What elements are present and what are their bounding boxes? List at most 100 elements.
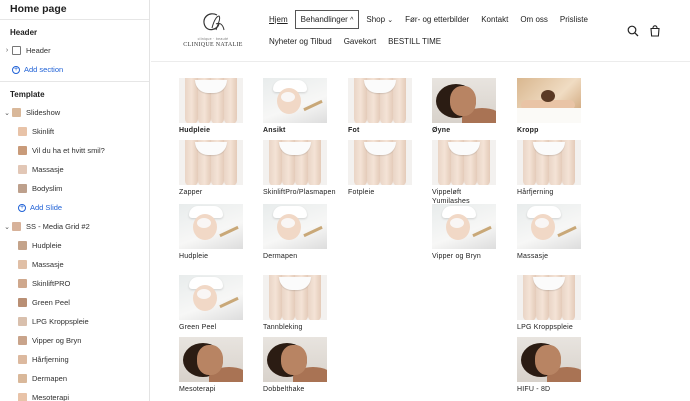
sidebar-block-item[interactable]: Mesoterapi [0,388,149,401]
block-thumbnail [18,374,27,383]
media-grid-item[interactable]: HIFU - 8D [517,337,581,394]
media-grid-caption: LPG Kroppspleie [517,324,573,331]
sidebar-item-label: Skinlift [32,127,55,136]
media-grid-item[interactable]: Øyne [432,78,496,135]
sidebar-block-item[interactable]: Massasje [0,160,149,179]
media-grid-item[interactable]: LPG Kroppspleie [517,275,581,332]
sidebar-block-item[interactable]: Vil du ha et hvitt smil? [0,141,149,160]
logo-monogram-icon [203,13,225,31]
media-grid-item[interactable]: Green Peel [179,275,243,332]
divider [0,19,149,20]
search-button[interactable] [627,24,639,37]
sidebar-block-item[interactable]: Massasje [0,255,149,274]
sidebar-block-item[interactable]: Vipper og Bryn [0,331,149,350]
section-group-title: Template [10,90,45,99]
sidebar-block-item[interactable]: Bodyslim [0,179,149,198]
sidebar-block-item[interactable]: Dermapen [0,369,149,388]
media-grid-item[interactable]: Vipper og Bryn [432,204,496,261]
sidebar-block-item[interactable]: Skinlift [0,122,149,141]
sidebar-block-item[interactable]: SkinliftPRO [0,274,149,293]
main-navigation: Hjem Behandlinger ^ Shop ⌄ Før- og etterbil… [269,8,609,52]
media-grid-item[interactable]: Ansikt [263,78,327,135]
sidebar-block-item[interactable]: LPG Kroppspleie [0,312,149,331]
media-grid-item[interactable]: Hudpleie [179,78,243,135]
section-thumbnail [12,222,21,231]
editor-sidebar: Home page Header › Header + Add section … [0,0,150,401]
media-grid-item[interactable]: Massasje [517,204,581,261]
sidebar-item-label: LPG Kroppspleie [32,317,89,326]
media-grid-caption: Mesoterapi [179,386,216,393]
sidebar-item-label: Mesoterapi [32,393,70,401]
chevron-down-icon[interactable]: ⌄ [2,109,12,117]
block-thumbnail [18,184,27,193]
media-grid-caption: Øyne [432,127,451,134]
media-grid-item[interactable]: Fot [348,78,412,135]
nav-link[interactable]: Nyheter og Tilbud [269,37,332,46]
sidebar-section-header[interactable]: › Header [0,41,149,60]
block-thumbnail [18,146,27,155]
sidebar-block-item[interactable]: Hårfjerning [0,350,149,369]
media-grid-item[interactable]: Mesoterapi [179,337,243,394]
sidebar-block-item[interactable]: Hudpleie [0,236,149,255]
nav-link-label: Gavekort [343,36,377,46]
media-grid-item[interactable]: Hårfjerning [517,140,581,197]
nav-link-label: Prisliste [559,14,588,24]
media-grid-caption: HIFU - 8D [517,386,551,393]
sidebar-item-label: Hårfjerning [32,355,69,364]
nav-link[interactable]: Prisliste [560,15,588,24]
chevron-right-icon[interactable]: › [2,47,12,54]
sidebar-item-label: Vil du ha et hvitt smil? [32,146,105,155]
block-thumbnail [18,298,27,307]
nav-link[interactable]: Kontakt [481,15,508,24]
plus-circle-icon: + [18,203,26,212]
nav-link[interactable]: Før- og etterbilder [405,15,469,24]
media-grid-item[interactable]: Zapper [179,140,243,197]
treatment-image [517,337,581,382]
nav-link-label: Om oss [520,14,548,24]
plus-circle-icon: + [12,65,20,74]
search-icon [627,25,639,37]
site-logo[interactable]: clinique · beauté CLINIQUE NATALIE [181,10,245,50]
block-thumbnail [18,127,27,136]
sidebar-item-label: Massasje [32,165,64,174]
media-grid-caption: Green Peel [179,324,217,331]
media-grid-item[interactable]: Tannbleking [263,275,327,332]
treatment-image [517,275,581,320]
chevron-down-icon[interactable]: ⌄ [2,223,12,231]
treatment-image [179,78,243,123]
block-thumbnail [18,241,27,250]
cart-button[interactable] [649,24,661,37]
nav-link[interactable]: Gavekort [344,37,376,46]
sidebar-item-label: Vipper og Bryn [32,336,82,345]
media-grid-item[interactable]: Kropp [517,78,581,135]
treatment-image [263,78,327,123]
treatment-image [432,140,496,185]
nav-link[interactable]: Shop ⌄ [366,15,393,24]
nav-link[interactable]: BESTILL TIME [388,37,441,46]
media-grid-item[interactable]: Fotpleie [348,140,412,197]
media-grid-item[interactable]: Hudpleie [179,204,243,261]
nav-link[interactable]: Behandlinger ^ [294,9,360,29]
add-section-label: Add section [24,65,64,74]
add-block-button[interactable]: + Add Slide [0,198,149,217]
nav-link[interactable]: Om oss [520,15,548,24]
add-section-button[interactable]: + Add section [0,60,149,79]
sidebar-item-label: Bodyslim [32,184,63,193]
nav-link[interactable]: Hjem [269,15,288,24]
sidebar-item-label: SS - Media Grid #2 [26,222,90,231]
media-grid-item[interactable]: Vippeløft Yumilashes [432,140,496,206]
sidebar-block-item[interactable]: Green Peel [0,293,149,312]
treatment-image [348,78,412,123]
sidebar-item-label: SkinliftPRO [32,279,71,288]
media-grid-item[interactable]: Dobbelthake [263,337,327,394]
page-title: Home page [10,3,67,15]
section-group-title: Header [10,28,38,37]
sidebar-item-label: Dermapen [32,374,68,383]
media-grid-item[interactable]: Dermapen [263,204,327,261]
nav-row-secondary: Nyheter og Tilbud Gavekort BESTILL TIME [269,30,609,52]
nav-link-label: BESTILL TIME [388,36,442,46]
sidebar-section-header[interactable]: ⌄ Slideshow [0,103,149,122]
media-grid-item[interactable]: SkinliftPro/Plasmapen [263,140,335,197]
nav-link-label: Kontakt [481,14,509,24]
sidebar-section-header[interactable]: ⌄ SS - Media Grid #2 [0,217,149,236]
